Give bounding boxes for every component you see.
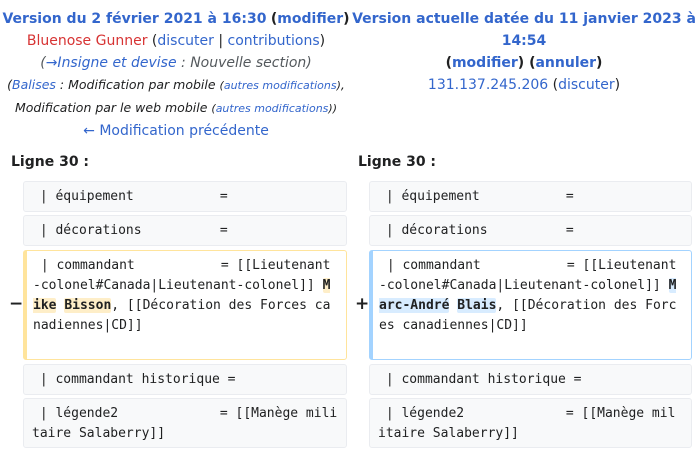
edit-summary: (→Insigne et devise : Nouvelle section): [40, 55, 312, 71]
paren: ): [517, 55, 525, 71]
summary-text: Nouvelle section: [190, 55, 307, 71]
old-modify-link[interactable]: modifier: [277, 11, 343, 27]
line-text: | commandant = [[Lieutenant-colonel#Cana…: [379, 258, 677, 293]
ip-user-link[interactable]: 131.137.245.206: [428, 77, 548, 93]
tag-mobile-web: Modification par le web mobile: [14, 100, 208, 115]
context-line-decorations-old: | décorations =: [23, 215, 347, 246]
paren: ): [614, 77, 621, 93]
tags-line: (Balises : Modification par mobile (autr…: [7, 77, 345, 92]
tag-mobile-more-link[interactable]: autres modifications: [224, 79, 337, 92]
added-line-commandant: | commandant = [[Lieutenant-colonel#Cana…: [369, 250, 692, 360]
context-line-legende-old: | légende2 = [[Manège militaire Salaberr…: [23, 398, 347, 448]
line-text: | commandant = [[Lieutenant-colonel#Cana…: [33, 258, 331, 293]
old-user-talk-link[interactable]: discuter: [157, 33, 214, 49]
ip-talk-link[interactable]: discuter: [558, 77, 615, 93]
old-user-link[interactable]: Bluenose Gunner: [27, 33, 148, 49]
paren: ): [596, 55, 603, 71]
added-word-last-name: Blais: [457, 298, 497, 313]
added-line-marker: +: [355, 294, 370, 314]
old-version-link[interactable]: Version du 2 février 2021 à 16:30: [2, 11, 266, 27]
context-line-decorations-new: | décorations =: [369, 215, 692, 246]
right-line-number: Ligne 30 :: [358, 154, 437, 170]
old-user-contribs-link[interactable]: contributions: [228, 33, 320, 49]
tag-mobile-web-more-link[interactable]: autres modifications: [216, 102, 329, 115]
current-version-link[interactable]: Version actuelle datée du 11 janvier 202…: [352, 11, 696, 49]
context-line-commandant-historique-new: | commandant historique =: [369, 364, 692, 395]
deleted-line-commandant: | commandant = [[Lieutenant-colonel#Cana…: [23, 250, 347, 360]
current-modify-link[interactable]: modifier: [452, 55, 518, 71]
context-line-equipement-old: | équipement =: [23, 181, 347, 212]
context-line-equipement-new: | équipement =: [369, 181, 692, 212]
context-line-commandant-historique-old: | commandant historique =: [23, 364, 347, 395]
tags-link[interactable]: Balises: [12, 77, 56, 92]
undo-link[interactable]: annuler: [535, 55, 596, 71]
current-revision-header: Version actuelle datée du 11 janvier 202…: [352, 8, 696, 96]
deleted-word-last-name: Bisson: [64, 298, 112, 313]
tags-line-2: Modification par le web mobile (autres m…: [14, 100, 338, 115]
paren: ): [343, 11, 350, 27]
deleted-line-marker: −: [9, 294, 24, 314]
paren: ): [319, 33, 326, 49]
old-revision-header: Version du 2 février 2021 à 16:30 (modif…: [0, 8, 352, 142]
context-line-legende-new: | légende2 = [[Manège militaire Salaberr…: [369, 398, 692, 448]
previous-diff-link[interactable]: ← Modification précédente: [83, 123, 269, 139]
separator: |: [218, 33, 224, 49]
left-line-number: Ligne 30 :: [11, 154, 90, 170]
section-link[interactable]: →Insigne et devise: [46, 55, 177, 71]
tag-mobile: Modification par mobile: [68, 77, 216, 92]
